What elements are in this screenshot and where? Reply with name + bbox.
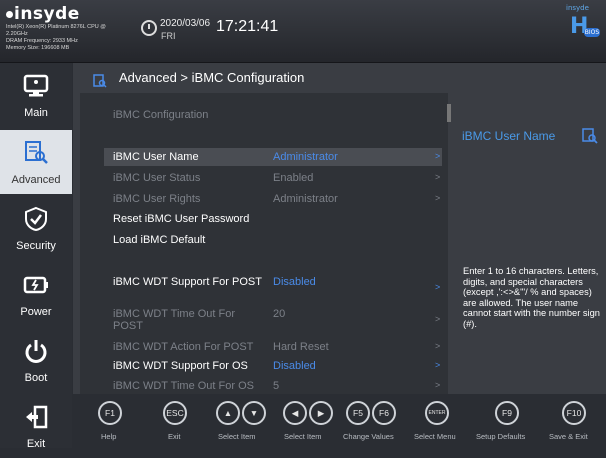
chevron-right-icon: > <box>435 282 441 292</box>
cpu-info: Intel(R) Xeon(R) Platinum 8276L CPU @ <box>6 24 106 30</box>
f1-key-icon[interactable]: F1 <box>98 401 122 425</box>
setting-name: iBMC User Rights <box>113 193 201 205</box>
chevron-right-icon: > <box>435 314 441 324</box>
sidebar-nav: Main Advanced Security Power Boot Exit <box>0 63 72 450</box>
date: 2020/03/06 <box>160 18 211 29</box>
nav-label-security: Security <box>16 240 56 252</box>
chevron-right-icon: > <box>435 341 441 351</box>
breadcrumb: Advanced > iBMC Configuration <box>119 70 305 85</box>
f5-key-icon[interactable]: F5 <box>346 401 370 425</box>
cpu-freq: 2.20GHz <box>6 31 28 37</box>
setting-name: iBMC WDT Support For OS <box>113 360 248 372</box>
nav-item-security[interactable]: Security <box>0 196 72 260</box>
setting-value: 20 <box>273 308 286 320</box>
f9-key-icon[interactable]: F9 <box>495 401 519 425</box>
setting-value: Enabled <box>273 172 314 184</box>
monitor-icon <box>23 74 49 97</box>
key-label-help: Help <box>101 432 117 441</box>
key-label-save-exit: Save & Exit <box>549 432 588 441</box>
chevron-right-icon: > <box>435 360 441 370</box>
setting-name: iBMC User Status <box>113 172 201 184</box>
power-icon <box>25 340 47 363</box>
chevron-right-icon: > <box>435 193 441 203</box>
nav-label-main: Main <box>24 107 48 119</box>
setting-name: iBMC WDT Support For POST <box>113 276 262 288</box>
setting-name: iBMC User Name <box>113 151 199 163</box>
nav-label-boot: Boot <box>24 372 48 384</box>
keys-bar <box>73 395 606 448</box>
weekday: FRI <box>161 31 176 41</box>
key-label-setup-defaults: Setup Defaults <box>476 432 526 441</box>
help-title: iBMC User Name <box>462 129 556 143</box>
nav-item-main[interactable]: Main <box>0 63 72 127</box>
setting-name: Reset iBMC User Password <box>113 213 250 225</box>
arrow-left-key-icon[interactable]: ◀ <box>283 401 307 425</box>
nav-label-advanced: Advanced <box>11 174 61 186</box>
nav-item-exit[interactable]: Exit <box>0 394 72 458</box>
chevron-right-icon: > <box>435 151 441 161</box>
h2o-bios-logo: insyde H BIOS <box>566 4 600 39</box>
setting-value: 5 <box>273 380 280 392</box>
setting-value: Hard Reset <box>273 341 329 353</box>
f6-key-icon[interactable]: F6 <box>372 401 396 425</box>
key-label-select-item: Select Item <box>218 432 256 441</box>
nav-label-power: Power <box>20 306 52 318</box>
setting-name: iBMC WDT Time Out For POST <box>113 308 236 332</box>
arrow-up-key-icon[interactable]: ▲ <box>216 401 240 425</box>
f10-key-icon[interactable]: F10 <box>562 401 586 425</box>
setting-name: iBMC WDT Time Out For OS <box>113 380 254 392</box>
memory-size: Memory Size: 196608 MB <box>6 45 70 51</box>
battery-icon <box>23 276 48 294</box>
advanced-page-icon <box>93 74 107 88</box>
nav-item-advanced[interactable]: Advanced <box>0 130 72 194</box>
nav-label-exit: Exit <box>26 438 46 450</box>
key-label-change-values: Change Values <box>343 432 394 441</box>
setting-name: iBMC WDT Action For POST <box>113 341 254 353</box>
setting-value: Administrator <box>273 193 338 205</box>
enter-key-icon[interactable]: ENTER <box>425 401 449 425</box>
help-text: Enter 1 to 16 characters. Letters, digit… <box>463 266 600 329</box>
setting-value: Disabled <box>273 360 316 372</box>
setting-name: Load iBMC Default <box>113 234 206 246</box>
key-label-select-menu: Select Menu <box>414 432 456 441</box>
arrow-right-key-icon[interactable]: ▶ <box>309 401 333 425</box>
key-label-select-item-2: Select Item <box>284 432 322 441</box>
nav-item-boot[interactable]: Boot <box>0 328 72 392</box>
chevron-right-icon: > <box>435 380 441 390</box>
key-label-exit: Exit <box>168 432 181 441</box>
help-magnifier-icon <box>582 128 598 144</box>
arrow-down-key-icon[interactable]: ▼ <box>242 401 266 425</box>
exit-icon <box>26 405 48 429</box>
esc-key-icon[interactable]: ESC <box>163 401 187 425</box>
advanced-icon <box>25 141 48 164</box>
dram-freq: DRAM Frequency: 2933 MHz <box>6 38 78 44</box>
nav-item-power[interactable]: Power <box>0 262 72 326</box>
shield-icon <box>25 206 47 232</box>
header-bar: insyde Intel(R) Xeon(R) Platinum 8276L C… <box>0 0 606 63</box>
chevron-right-icon: > <box>435 172 441 182</box>
setting-value: Disabled <box>273 276 316 288</box>
time: 17:21:41 <box>216 18 279 35</box>
system-info: Intel(R) Xeon(R) Platinum 8276L CPU @ 2.… <box>6 24 106 52</box>
brand-logo: insyde <box>6 4 80 24</box>
scrollbar[interactable] <box>447 104 451 122</box>
setting-value: Administrator <box>273 151 338 163</box>
clock-icon <box>141 20 157 36</box>
